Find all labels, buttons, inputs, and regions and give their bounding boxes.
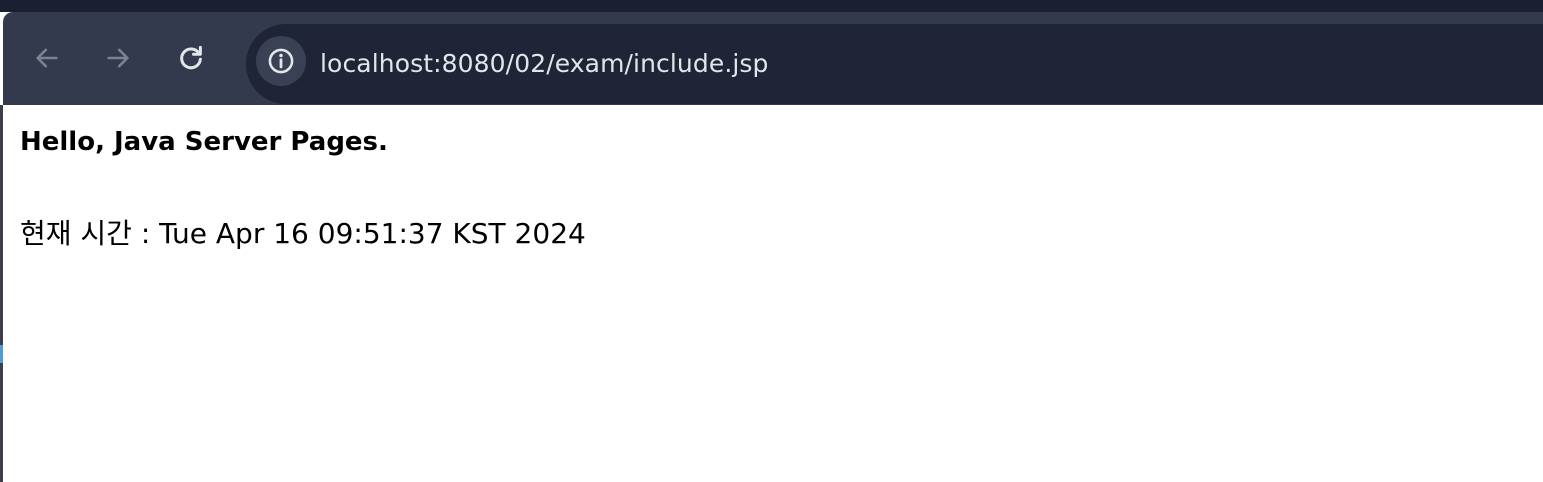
back-button[interactable] xyxy=(23,34,71,82)
current-time-text: 현재 시간 : Tue Apr 16 09:51:37 KST 2024 xyxy=(20,217,586,250)
left-window-edge xyxy=(0,105,3,482)
address-bar[interactable]: localhost:8080/02/exam/include.jsp xyxy=(246,24,1543,104)
site-info-button[interactable] xyxy=(256,36,306,86)
info-icon xyxy=(268,48,294,74)
browser-toolbar: localhost:8080/02/exam/include.jsp xyxy=(3,12,1543,105)
reload-icon xyxy=(180,45,202,70)
arrow-right-icon xyxy=(107,48,129,68)
url-text[interactable]: localhost:8080/02/exam/include.jsp xyxy=(320,24,769,104)
forward-button[interactable] xyxy=(94,34,142,82)
edge-accent xyxy=(0,345,3,363)
arrow-left-icon xyxy=(36,48,58,68)
window-top-strip xyxy=(0,0,1543,12)
reload-button[interactable] xyxy=(167,34,215,82)
page-heading: Hello, Java Server Pages. xyxy=(20,127,388,157)
